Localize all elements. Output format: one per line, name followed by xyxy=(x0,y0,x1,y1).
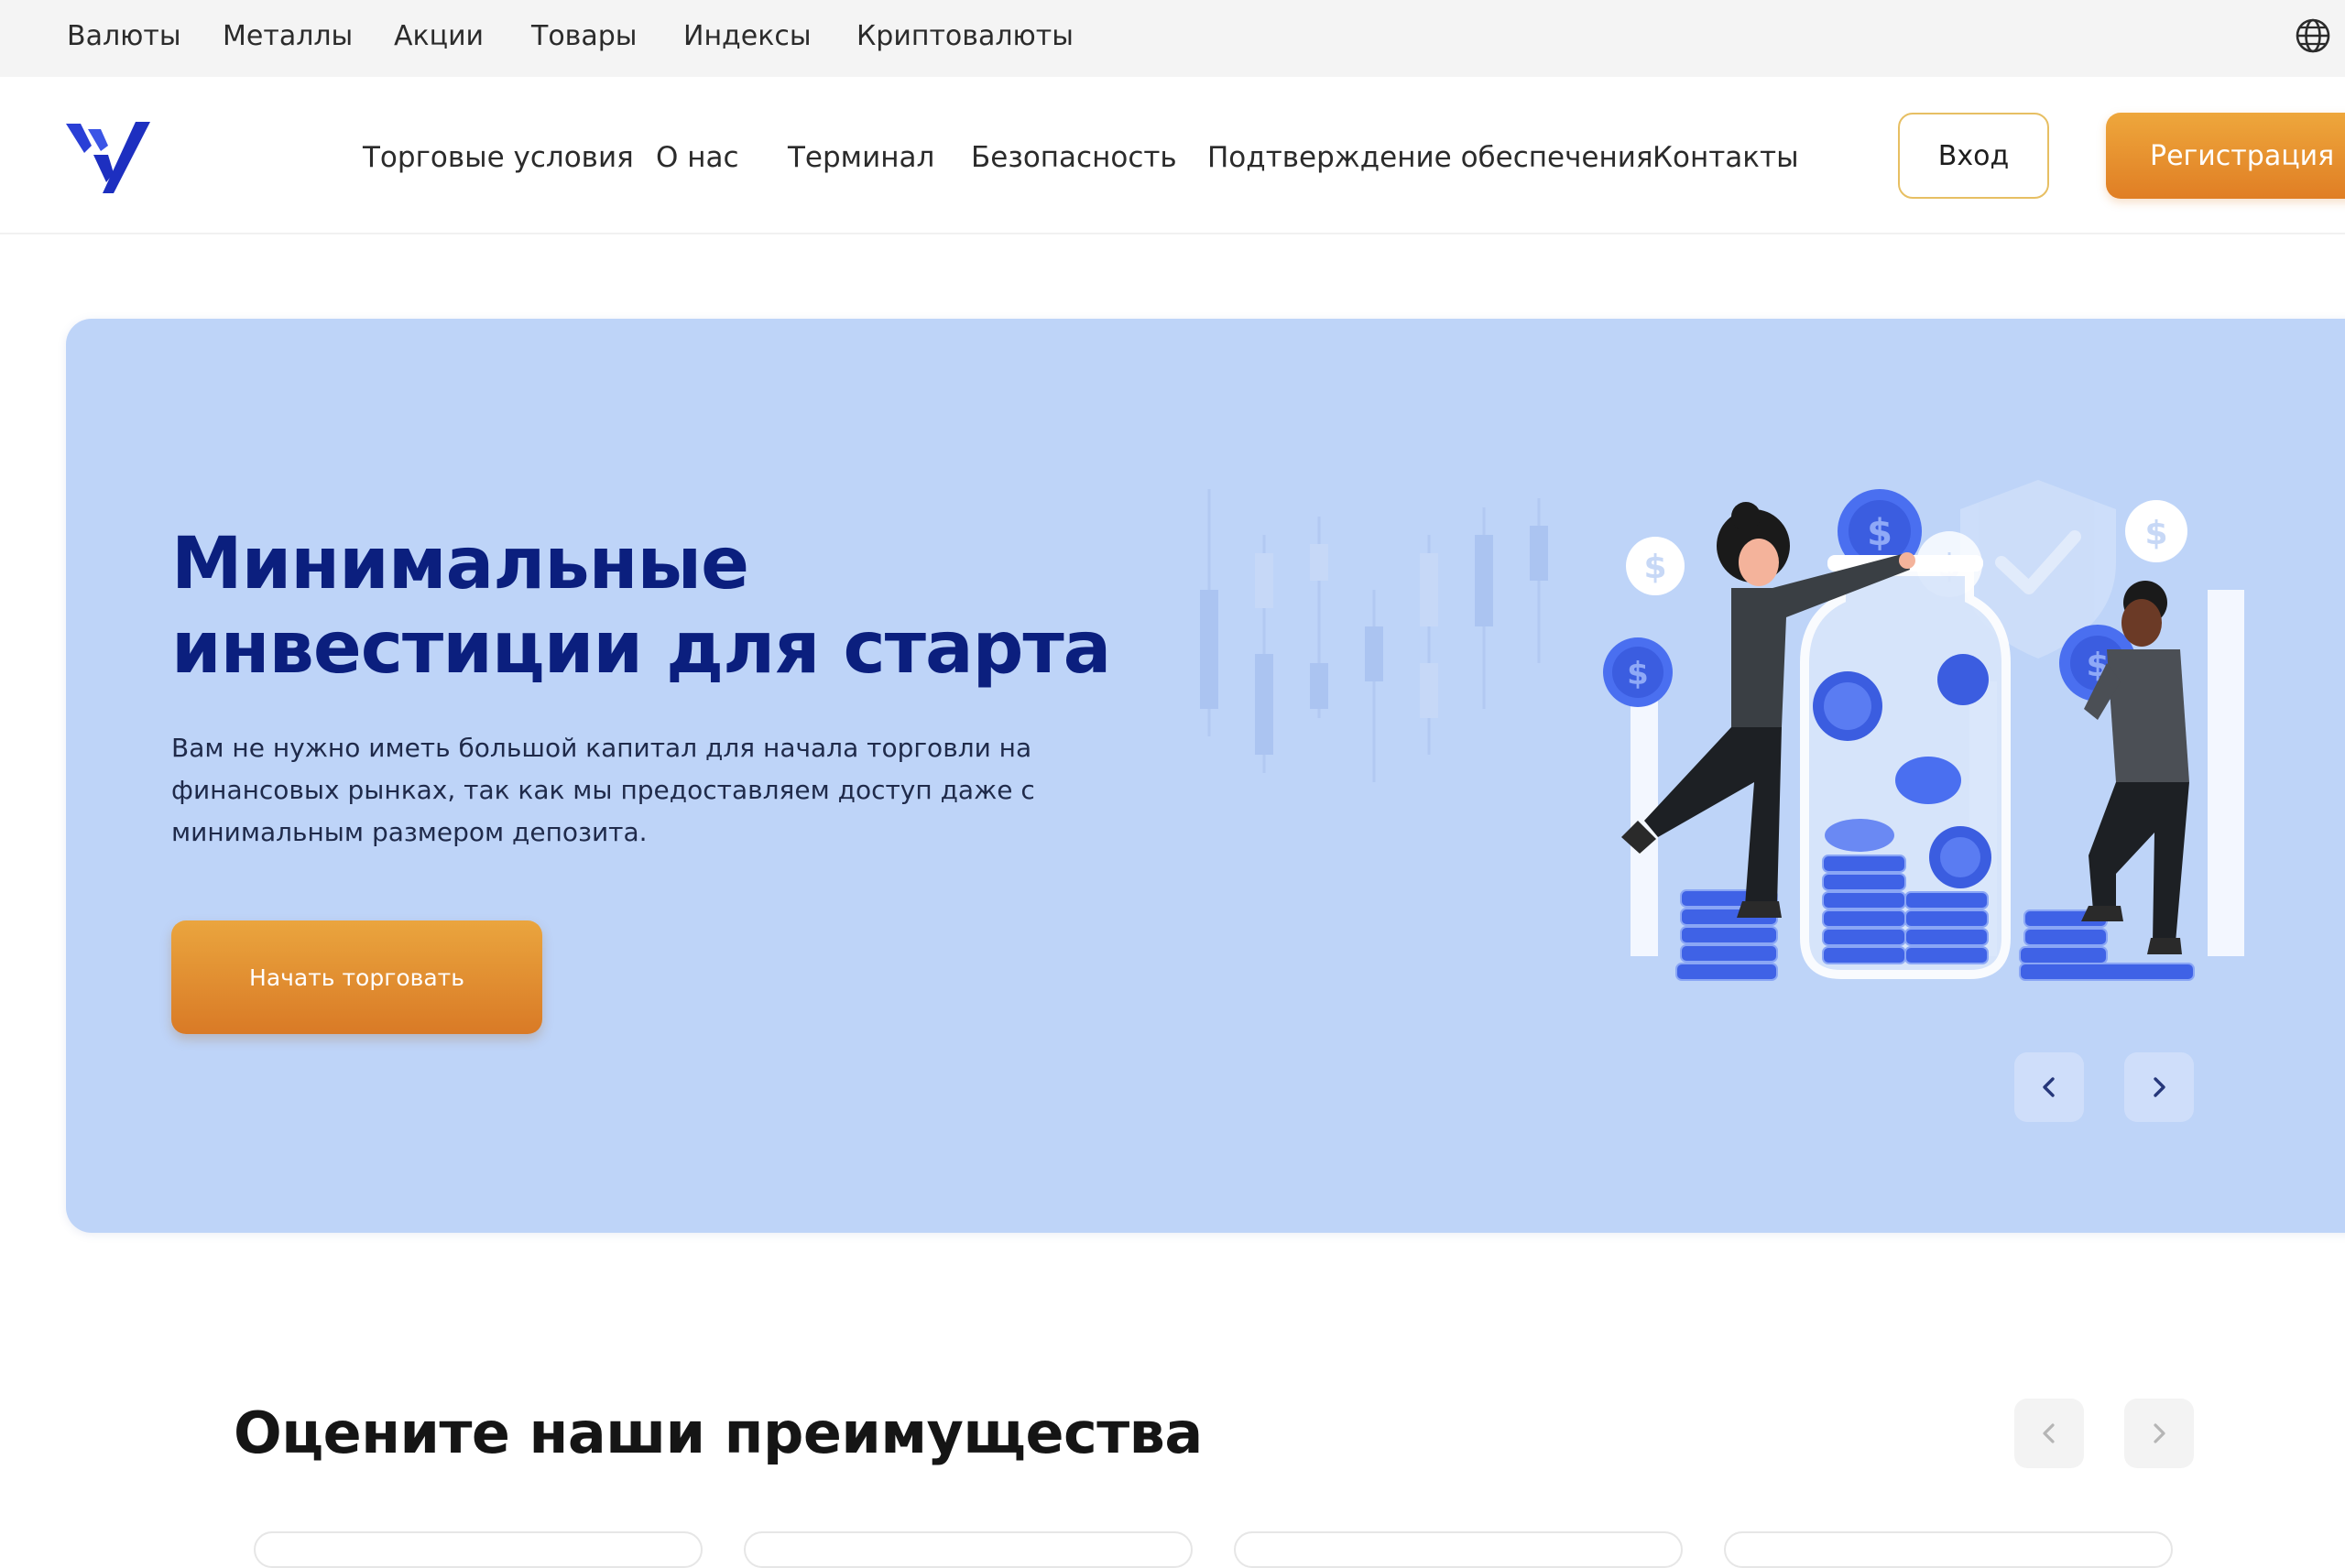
start-trading-button[interactable]: Начать торговать xyxy=(171,920,542,1034)
hero-description: Вам не нужно иметь большой капитал для н… xyxy=(171,733,1035,847)
chevron-left-icon xyxy=(2043,1077,2055,1097)
market-link-indices[interactable]: Индексы xyxy=(683,20,812,52)
nav-contacts[interactable]: Контакты xyxy=(1652,141,1799,174)
globe-icon[interactable] xyxy=(2295,17,2331,54)
advantage-card xyxy=(1724,1531,2173,1568)
site-header: Торговые условия О нас Терминал Безопасн… xyxy=(0,77,2345,234)
nav-proof-of-collateral[interactable]: Подтверждение обеспечения xyxy=(1207,141,1653,174)
register-button[interactable]: Регистрация xyxy=(2106,113,2345,199)
svg-text:$: $ xyxy=(2144,515,2167,552)
hero-title: Минимальные инвестиции для старта xyxy=(171,523,1111,690)
investment-illustration: $ $ $ $ $ $ xyxy=(1200,480,2244,981)
advantage-card xyxy=(254,1531,703,1568)
advantage-card xyxy=(744,1531,1193,1568)
login-button[interactable]: Вход xyxy=(1898,113,2049,199)
svg-text:$: $ xyxy=(1643,549,1666,586)
advantages-next-button[interactable] xyxy=(2124,1399,2194,1468)
advantage-card xyxy=(1234,1531,1683,1568)
market-link-commodities[interactable]: Товары xyxy=(531,20,637,52)
advantages-prev-button[interactable] xyxy=(2014,1399,2084,1468)
nav-trading-conditions[interactable]: Торговые условия xyxy=(363,141,634,174)
market-bar: Валюты Металлы Акции Товары Индексы Крип… xyxy=(0,0,2345,77)
hero-prev-button[interactable] xyxy=(2014,1052,2084,1122)
market-link-metals[interactable]: Металлы xyxy=(223,20,353,52)
nav-security[interactable]: Безопасность xyxy=(971,141,1177,174)
market-link-stocks[interactable]: Акции xyxy=(394,20,484,52)
chevron-right-icon xyxy=(2154,1423,2165,1443)
market-link-currencies[interactable]: Валюты xyxy=(67,20,181,52)
svg-text:$: $ xyxy=(1867,512,1892,554)
hero-next-button[interactable] xyxy=(2124,1052,2194,1122)
advantages-title: Оцените наши преимущества xyxy=(234,1399,1203,1466)
svg-text:$: $ xyxy=(1627,656,1649,692)
brand-logo[interactable] xyxy=(66,118,152,193)
chevron-left-icon xyxy=(2043,1423,2055,1443)
chevron-right-icon xyxy=(2154,1077,2165,1097)
hero-banner: Минимальные инвестиции для старта Вам не… xyxy=(66,319,2345,1233)
nav-about[interactable]: О нас xyxy=(656,141,739,174)
nav-terminal[interactable]: Терминал xyxy=(788,141,934,174)
market-link-crypto[interactable]: Криптовалюты xyxy=(856,20,1074,52)
